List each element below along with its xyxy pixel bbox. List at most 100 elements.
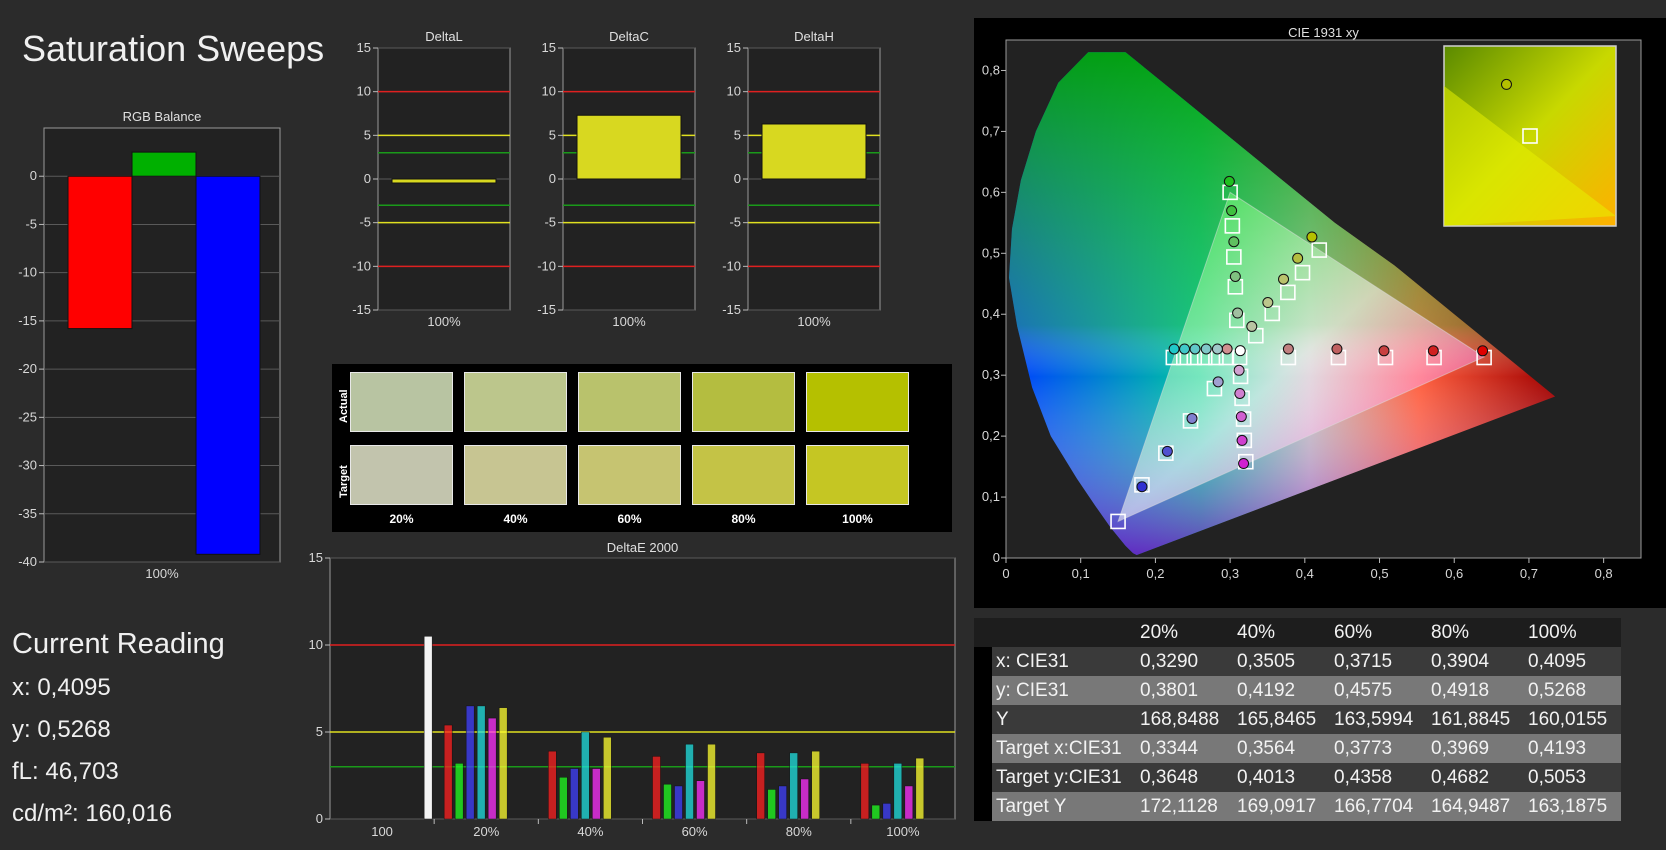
cie-measured-point bbox=[1168, 343, 1180, 355]
rgb-ytick-label: -5 bbox=[25, 216, 37, 231]
rgb-bar bbox=[131, 151, 197, 177]
delta-e-bar bbox=[592, 768, 601, 820]
table-cell: 163,1875 bbox=[1524, 792, 1621, 821]
rgb-bar bbox=[67, 175, 133, 330]
delta-c-ytick-label: 5 bbox=[549, 127, 556, 142]
cie-measured-point bbox=[1262, 297, 1274, 309]
table-row: y: CIE31 0,3801 0,4192 0,4575 0,4918 0,5… bbox=[974, 676, 1621, 705]
cie-title: CIE 1931 xy bbox=[1288, 25, 1359, 40]
rgb-ytick-label: -10 bbox=[18, 265, 37, 280]
delta-e-bar bbox=[915, 757, 925, 820]
target-swatch bbox=[578, 445, 681, 505]
delta-l-chart: 15 10 5 0 -5 -10 -15 DeltaL 100% bbox=[352, 29, 511, 329]
table-col-header: 40% bbox=[1233, 618, 1330, 647]
target-swatch bbox=[692, 445, 795, 505]
swatch-column-label: 100% bbox=[842, 512, 873, 526]
delta-e-bar bbox=[811, 750, 820, 820]
delta-h-title: DeltaH bbox=[794, 29, 834, 44]
delta-e-bar bbox=[800, 778, 809, 820]
delta-h-ytick-label: 5 bbox=[734, 127, 741, 142]
table-cell: 0,3290 bbox=[1136, 647, 1233, 676]
reading-cdm2: cd/m²: 160,016 bbox=[12, 800, 173, 827]
table-cell: 0,3904 bbox=[1427, 647, 1524, 676]
actual-swatch bbox=[350, 372, 453, 432]
row-marker bbox=[974, 734, 992, 763]
reading-x: x: 0,4095 bbox=[12, 674, 111, 701]
delta-e-bar bbox=[778, 785, 787, 820]
table-cell: 0,4918 bbox=[1427, 676, 1524, 705]
cie-measured-point bbox=[1186, 412, 1198, 424]
delta-c-ytick-label: -15 bbox=[537, 302, 556, 317]
table-row: Target y:CIE31 0,3648 0,4013 0,4358 0,46… bbox=[974, 763, 1621, 792]
table-row: x: CIE31 0,3290 0,3505 0,3715 0,3904 0,4… bbox=[974, 647, 1621, 676]
cie-ytick-label: 0,5 bbox=[982, 245, 1000, 260]
actual-row-label: Actual bbox=[338, 389, 350, 423]
delta-e-bar bbox=[707, 743, 716, 820]
table-cell: 0,3505 bbox=[1233, 647, 1330, 676]
delta-e-xtick-label: 80% bbox=[786, 824, 812, 839]
table-cell: 0,5268 bbox=[1524, 676, 1621, 705]
delta-e-bar bbox=[603, 736, 612, 820]
delta-c-ytick-label: -10 bbox=[537, 258, 556, 273]
delta-l-title: DeltaL bbox=[425, 29, 463, 44]
cie-chart: 0 0,1 0,2 0,3 0,4 0,5 0,6 0,7 0,8 0 0,1 0,2 0,3 0,4 0,… bbox=[982, 25, 1642, 581]
delta-e-xtick-label: 20% bbox=[473, 824, 499, 839]
delta-c-chart: 15 10 5 0 -5 -10 -15 DeltaC 100% bbox=[537, 29, 696, 329]
row-label: Target y:CIE31 bbox=[992, 763, 1136, 792]
delta-e-bar bbox=[423, 636, 433, 820]
cie-measured-point bbox=[1189, 343, 1201, 355]
delta-e-xtick-label: 60% bbox=[682, 824, 708, 839]
target-row-label: Target bbox=[338, 465, 350, 498]
table-cell: 0,4193 bbox=[1524, 734, 1621, 763]
table-col-header: 100% bbox=[1524, 618, 1621, 647]
delta-l-ytick-label: 10 bbox=[357, 84, 371, 99]
cie-measured-point bbox=[1331, 343, 1343, 355]
table-cell: 0,3969 bbox=[1427, 734, 1524, 763]
table-cell: 172,1128 bbox=[1136, 792, 1233, 821]
cie-measured-point bbox=[1236, 434, 1248, 446]
delta-h-ytick-label: -15 bbox=[722, 302, 741, 317]
row-label: y: CIE31 bbox=[992, 676, 1136, 705]
table-cell: 169,0917 bbox=[1233, 792, 1330, 821]
cie-measured-point bbox=[1306, 231, 1318, 243]
table-col-header: 60% bbox=[1330, 618, 1427, 647]
delta-h-ytick-label: -10 bbox=[722, 258, 741, 273]
cie-xtick-label: 0,5 bbox=[1370, 566, 1388, 581]
delta-l-ytick-label: 15 bbox=[357, 40, 371, 55]
cie-measured-point bbox=[1282, 343, 1294, 355]
delta-c-bar bbox=[576, 114, 682, 180]
actual-swatch bbox=[692, 372, 795, 432]
cie-measured-point bbox=[1278, 273, 1290, 285]
cie-measured-point bbox=[1378, 345, 1390, 357]
cie-measured-point bbox=[1234, 345, 1246, 357]
table-cell: 0,5053 bbox=[1524, 763, 1621, 792]
actual-swatch bbox=[578, 372, 681, 432]
cie-measured-point bbox=[1211, 343, 1223, 355]
target-swatch bbox=[806, 445, 909, 505]
delta-c-title: DeltaC bbox=[609, 29, 649, 44]
delta-h-ytick-label: 10 bbox=[727, 84, 741, 99]
actual-swatch bbox=[806, 372, 909, 432]
delta-e-ytick-label: 15 bbox=[309, 550, 323, 565]
cie-measured-point bbox=[1235, 411, 1247, 423]
row-label: Y bbox=[992, 705, 1136, 734]
delta-e-bar bbox=[443, 724, 453, 820]
row-marker bbox=[974, 618, 992, 647]
delta-e-bar bbox=[882, 803, 892, 820]
row-label: x: CIE31 bbox=[992, 647, 1136, 676]
table-cell: 0,3801 bbox=[1136, 676, 1233, 705]
table-cell: 0,3715 bbox=[1330, 647, 1427, 676]
rgb-ytick-label: -25 bbox=[18, 409, 37, 424]
cie-measured-point bbox=[1226, 205, 1238, 217]
cie-measured-point bbox=[1234, 387, 1246, 399]
delta-c-xtick-label: 100% bbox=[612, 314, 646, 329]
cie-ytick-label: 0,2 bbox=[982, 428, 1000, 443]
table-cell: 165,8465 bbox=[1233, 705, 1330, 734]
delta-h-ytick-label: 15 bbox=[727, 40, 741, 55]
table-cell: 160,0155 bbox=[1524, 705, 1621, 734]
rgb-bar bbox=[195, 175, 261, 555]
rgb-ytick-label: -35 bbox=[18, 506, 37, 521]
table-cell: 0,3648 bbox=[1136, 763, 1233, 792]
row-marker bbox=[974, 676, 992, 705]
target-swatch bbox=[464, 445, 567, 505]
